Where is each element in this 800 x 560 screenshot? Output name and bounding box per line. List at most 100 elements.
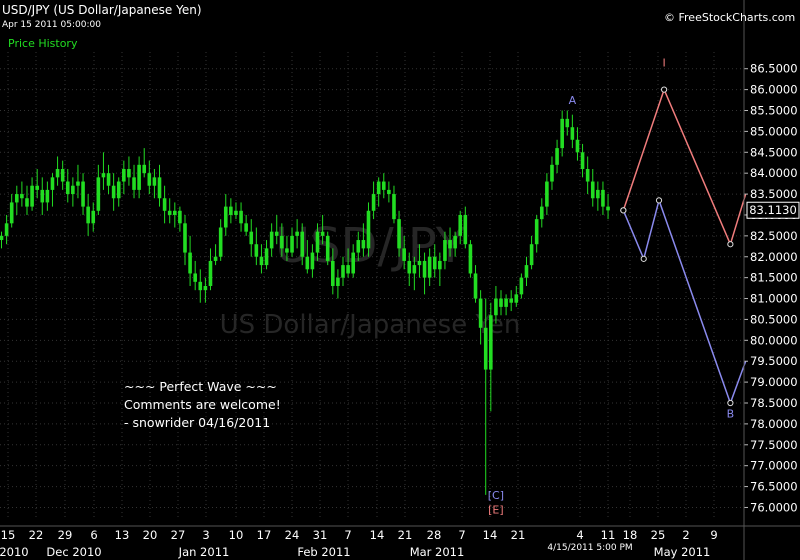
candle-body — [412, 265, 417, 274]
candle-body — [336, 277, 340, 286]
annotation-line-1: ~~~ Perfect Wave ~~~ — [124, 379, 277, 394]
candle-body — [218, 227, 223, 257]
candle-body — [81, 181, 85, 207]
candle-body — [402, 248, 406, 261]
candle-body — [580, 152, 585, 169]
wave-projection-layer: A I B [C] [E] — [488, 57, 747, 517]
price-chart[interactable]: USD/JPY US Dollar/Japanese Yen AIB[C][E]… — [0, 0, 800, 560]
candle-body — [178, 210, 182, 224]
candle-body — [0, 235, 4, 241]
wave-label: B — [727, 408, 735, 421]
x-tick-label: 4 — [576, 528, 583, 542]
y-tick-label: 82.0000 — [750, 250, 798, 264]
candle-body — [152, 177, 157, 186]
candle-body — [371, 194, 376, 211]
price-history-label[interactable]: Price History — [8, 37, 77, 50]
candle-body — [259, 256, 264, 266]
candle-body — [101, 173, 106, 178]
candle-body — [438, 260, 442, 270]
candle-body — [376, 181, 381, 195]
candle-body — [157, 177, 162, 199]
y-tick-label: 79.0000 — [750, 375, 798, 389]
wave-label: [C] — [488, 489, 504, 502]
candle-body — [249, 231, 254, 245]
copyright-link[interactable]: © FreeStockCharts.com — [664, 11, 795, 24]
candle-body — [35, 185, 39, 190]
last-price-label: 83.1130 — [749, 203, 797, 217]
x-tick-label: 14 — [370, 528, 385, 542]
candle-body — [341, 265, 345, 278]
candle-body — [20, 194, 24, 199]
y-tick-label: 81.5000 — [750, 271, 798, 285]
wave-projection-down — [622, 197, 747, 406]
wave-label: [E] — [488, 504, 504, 517]
candle-body — [122, 169, 126, 182]
wave-node[interactable] — [727, 241, 734, 248]
candle-body — [432, 256, 437, 270]
wave-node[interactable] — [727, 399, 734, 407]
y-tick-label: 77.5000 — [750, 438, 798, 452]
y-tick-label: 83.5000 — [750, 187, 798, 201]
candle-body — [274, 231, 279, 236]
x-tick-label: 13 — [115, 528, 130, 542]
candle-body — [417, 260, 422, 266]
x-tick-label: 3 — [202, 528, 209, 542]
candle-body — [483, 327, 488, 370]
x-tick-label: 7 — [458, 528, 465, 542]
x-tick-label: 20 — [143, 528, 158, 542]
candle-body — [361, 240, 366, 249]
x-period-label: Feb 2011 — [297, 545, 350, 559]
x-tick-label: 18 — [623, 528, 638, 542]
candle-body — [545, 181, 549, 207]
candle-body — [91, 210, 96, 224]
candle-body — [264, 248, 269, 266]
candle-body — [346, 265, 350, 274]
candle-body — [295, 231, 299, 236]
candle-body — [167, 210, 172, 215]
x-period-label: 2010 — [0, 545, 29, 559]
candle-body — [50, 177, 55, 190]
candle-body — [575, 139, 580, 153]
candle-body — [45, 189, 50, 203]
candle-body — [203, 286, 208, 291]
x-period-label: Mar 2011 — [410, 545, 465, 559]
y-tick-label: 84.5000 — [750, 145, 798, 159]
candle-body — [539, 206, 544, 220]
candle-body — [320, 231, 325, 236]
y-tick-label: 80.5000 — [750, 312, 798, 326]
candle-body — [71, 185, 75, 195]
candle-body — [254, 244, 259, 257]
candle-body — [560, 118, 564, 149]
candle-body — [137, 164, 141, 190]
candle-body — [106, 173, 111, 186]
candle-body — [534, 219, 539, 245]
axis-layer: 76.0000 76.5000 77.0000 77.5000 78.0000 78.50… — [0, 0, 800, 560]
y-tick-label: 85.0000 — [750, 124, 798, 138]
x-tick-label: 7 — [344, 528, 351, 542]
wave-node[interactable] — [640, 255, 647, 262]
candle-body — [529, 244, 534, 266]
candle-body — [331, 260, 335, 286]
grid-layer — [0, 52, 744, 520]
candle-body — [555, 148, 559, 165]
candle-body — [285, 248, 289, 253]
candle-body — [244, 223, 248, 232]
x-tick-label: 24 — [285, 528, 300, 542]
wave-node[interactable] — [655, 197, 663, 204]
candle-body — [76, 181, 80, 186]
candle-body — [443, 240, 447, 261]
candle-body — [40, 189, 45, 203]
candle-body — [9, 202, 14, 224]
candle-body — [499, 298, 503, 307]
candle-body — [310, 252, 315, 270]
candle-body — [96, 177, 101, 211]
x-tick-label: 9 — [710, 528, 717, 542]
y-tick-label: 81.0000 — [750, 292, 798, 306]
x-tick-label: 28 — [427, 528, 442, 542]
candle-body — [147, 173, 152, 186]
candle-body — [504, 298, 508, 307]
wave-node[interactable] — [620, 207, 627, 214]
wave-node[interactable] — [661, 86, 668, 93]
candle-body — [351, 252, 355, 274]
candle-body — [315, 231, 320, 253]
